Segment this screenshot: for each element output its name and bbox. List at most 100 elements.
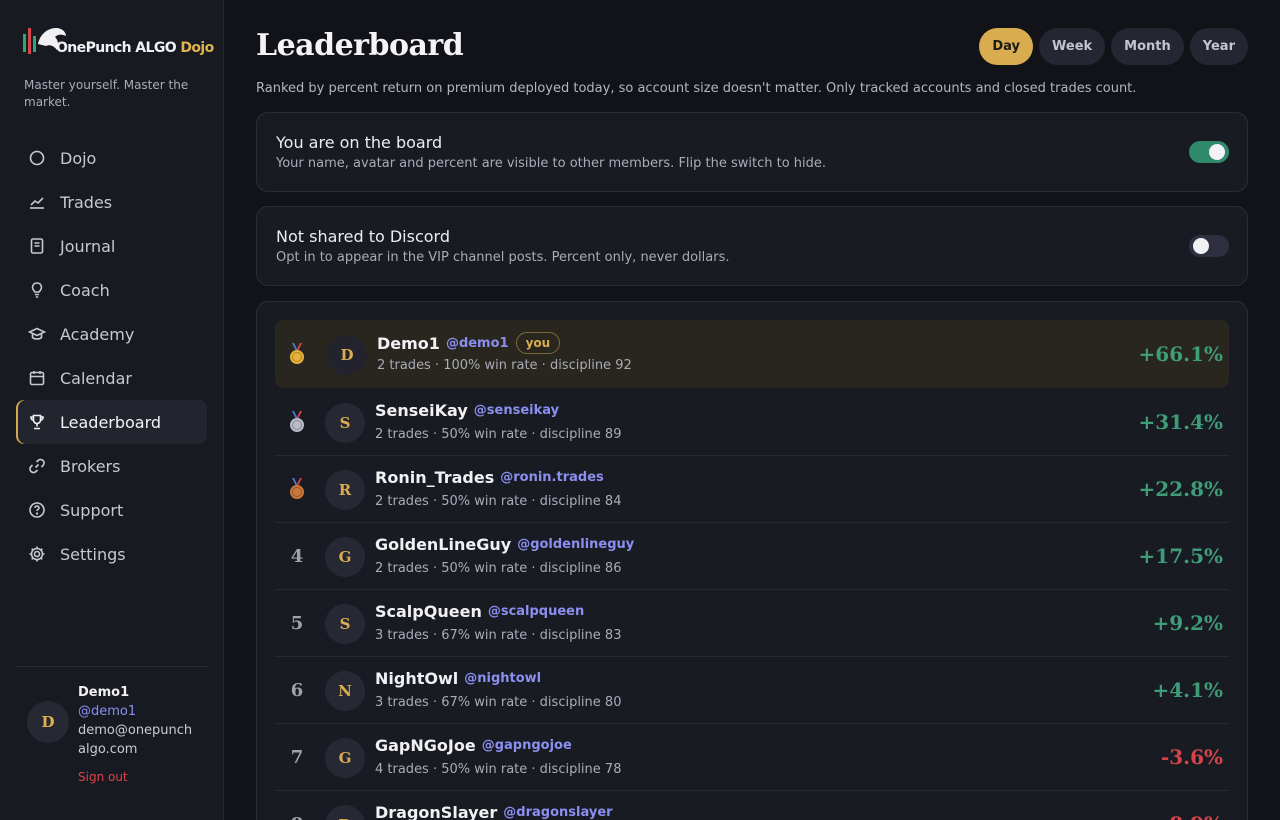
trader-handle[interactable]: @senseikay bbox=[474, 403, 559, 418]
toggle-knob bbox=[1209, 144, 1225, 160]
nav-item-brokers[interactable]: Brokers bbox=[16, 444, 207, 488]
nav-item-calendar[interactable]: Calendar bbox=[16, 356, 207, 400]
page-subtitle: Ranked by percent return on premium depl… bbox=[256, 81, 1137, 96]
rank-cell bbox=[275, 456, 319, 522]
name-line: GapNGoJoe @gapngojoe bbox=[375, 736, 572, 755]
avatar: G bbox=[325, 738, 365, 778]
trader-name: GoldenLineGuy bbox=[375, 535, 512, 554]
leaderboard-row[interactable]: D Demo1 @demo1 you 2 trades · 100% win r… bbox=[275, 320, 1229, 388]
nav-label: Academy bbox=[60, 324, 135, 344]
nav-label: Settings bbox=[60, 544, 126, 564]
name-line: GoldenLineGuy @goldenlineguy bbox=[375, 535, 634, 554]
avatar[interactable]: D bbox=[27, 701, 69, 743]
lightbulb-icon bbox=[31, 282, 43, 298]
user-email-line2: algo.com bbox=[78, 742, 138, 757]
trader-name: Ronin_Trades bbox=[375, 468, 495, 487]
user-info: Demo1 @demo1 demo@onepunch algo.com Sign… bbox=[78, 684, 208, 784]
return-percent: +17.5% bbox=[1138, 544, 1223, 568]
leaderboard-row[interactable]: 7 G GapNGoJoe @gapngojoe 4 trades · 50% … bbox=[275, 724, 1229, 791]
trader-name: DragonSlayer bbox=[375, 803, 498, 820]
board-visibility-toggle[interactable] bbox=[1189, 141, 1229, 163]
board-visibility-title: You are on the board bbox=[276, 133, 443, 152]
name-line: SenseiKay @senseikay bbox=[375, 401, 559, 420]
user-handle: @demo1 bbox=[78, 704, 137, 719]
you-badge: you bbox=[515, 332, 561, 354]
nav-label: Brokers bbox=[60, 456, 121, 476]
name-line: ScalpQueen @scalpqueen bbox=[375, 602, 584, 621]
leaderboard-row[interactable]: 8 D DragonSlayer @dragonslayer -8.9% bbox=[275, 791, 1229, 820]
leaderboard-row[interactable]: R Ronin_Trades @ronin.trades 2 trades · … bbox=[275, 456, 1229, 523]
name-line: Ronin_Trades @ronin.trades bbox=[375, 468, 604, 487]
graduation-cap-icon bbox=[28, 327, 46, 340]
trophy-icon bbox=[30, 414, 44, 430]
trader-stats: 3 trades · 67% win rate · discipline 83 bbox=[375, 628, 622, 643]
nav-label: Support bbox=[60, 500, 124, 520]
leaderboard-row[interactable]: 5 S ScalpQueen @scalpqueen 3 trades · 67… bbox=[275, 590, 1229, 657]
nav-label: Dojo bbox=[60, 148, 97, 168]
gear-icon bbox=[29, 546, 45, 562]
gold-medal-icon bbox=[290, 343, 304, 364]
nav-item-settings[interactable]: Settings bbox=[16, 532, 207, 576]
journal-icon bbox=[30, 238, 44, 254]
page-title: Leaderboard bbox=[256, 28, 464, 63]
trader-handle[interactable]: @nightowl bbox=[464, 671, 541, 686]
trader-handle[interactable]: @demo1 bbox=[446, 336, 509, 351]
trader-stats: 2 trades · 100% win rate · discipline 92 bbox=[377, 358, 632, 373]
nav-item-leaderboard[interactable]: Leaderboard bbox=[16, 400, 207, 444]
trader-handle[interactable]: @ronin.trades bbox=[500, 470, 604, 485]
leaderboard-row[interactable]: 4 G GoldenLineGuy @goldenlineguy 2 trade… bbox=[275, 523, 1229, 590]
return-percent: +4.1% bbox=[1152, 678, 1223, 702]
brand-logo[interactable]: OnePunch ALGO Dojo bbox=[22, 24, 214, 58]
trader-name: Demo1 bbox=[377, 333, 440, 353]
trader-stats: 3 trades · 67% win rate · discipline 80 bbox=[375, 695, 622, 710]
avatar: N bbox=[325, 671, 365, 711]
trader-name: NightOwl bbox=[375, 669, 459, 688]
calendar-icon bbox=[29, 371, 45, 386]
sign-out-link[interactable]: Sign out bbox=[78, 770, 208, 784]
rank-number: 6 bbox=[290, 679, 304, 701]
return-percent: +22.8% bbox=[1138, 477, 1223, 501]
rank-cell bbox=[275, 389, 319, 455]
leaderboard-row[interactable]: 6 N NightOwl @nightowl 3 trades · 67% wi… bbox=[275, 657, 1229, 724]
user-name: Demo1 bbox=[78, 685, 130, 700]
rank-number: 5 bbox=[290, 612, 304, 634]
nav-item-journal[interactable]: Journal bbox=[16, 224, 207, 268]
leaderboard-card: D Demo1 @demo1 you 2 trades · 100% win r… bbox=[256, 301, 1248, 820]
trader-stats: 2 trades · 50% win rate · discipline 84 bbox=[375, 494, 622, 509]
rank-number: 8 bbox=[275, 791, 319, 820]
user-email-line1: demo@onepunch bbox=[78, 723, 193, 738]
return-percent: +66.1% bbox=[1138, 342, 1223, 366]
name-line: NightOwl @nightowl bbox=[375, 669, 541, 688]
leaderboard-row[interactable]: S SenseiKay @senseikay 2 trades · 50% wi… bbox=[275, 389, 1229, 456]
tab-week[interactable]: Week bbox=[1039, 28, 1106, 65]
nav-item-dojo[interactable]: Dojo bbox=[16, 136, 207, 180]
board-visibility-desc: Your name, avatar and percent are visibl… bbox=[276, 156, 827, 171]
trader-handle[interactable]: @dragonslayer bbox=[503, 805, 612, 820]
trader-stats: 2 trades · 50% win rate · discipline 86 bbox=[375, 561, 622, 576]
trader-handle[interactable]: @gapngojoe bbox=[482, 738, 572, 753]
brand-tagline: Master yourself. Master the market. bbox=[24, 78, 189, 109]
nav-item-support[interactable]: Support bbox=[16, 488, 207, 532]
nav-item-academy[interactable]: Academy bbox=[16, 312, 207, 356]
tab-year[interactable]: Year bbox=[1189, 28, 1248, 65]
nav-label: Leaderboard bbox=[60, 412, 162, 432]
nav-label: Trades bbox=[60, 192, 113, 212]
avatar: R bbox=[325, 470, 365, 510]
nav-item-trades[interactable]: Trades bbox=[16, 180, 207, 224]
toggle-knob bbox=[1193, 238, 1209, 254]
return-percent: -8.9% bbox=[1161, 791, 1223, 820]
tab-day[interactable]: Day bbox=[979, 28, 1034, 65]
avatar: G bbox=[325, 537, 365, 577]
trader-handle[interactable]: @goldenlineguy bbox=[517, 537, 634, 552]
sidebar-divider bbox=[16, 666, 207, 667]
link-icon bbox=[29, 458, 45, 474]
discord-share-desc: Opt in to appear in the VIP channel post… bbox=[276, 250, 730, 265]
name-line: Demo1 @demo1 you bbox=[377, 332, 561, 354]
circle-icon bbox=[29, 150, 45, 166]
nav-item-coach[interactable]: Coach bbox=[16, 268, 207, 312]
tab-month[interactable]: Month bbox=[1111, 28, 1184, 65]
discord-share-toggle[interactable] bbox=[1189, 235, 1229, 257]
trader-handle[interactable]: @scalpqueen bbox=[488, 604, 584, 619]
trader-stats: 4 trades · 50% win rate · discipline 78 bbox=[375, 762, 622, 777]
board-visibility-card: You are on the board Your name, avatar a… bbox=[256, 112, 1248, 192]
